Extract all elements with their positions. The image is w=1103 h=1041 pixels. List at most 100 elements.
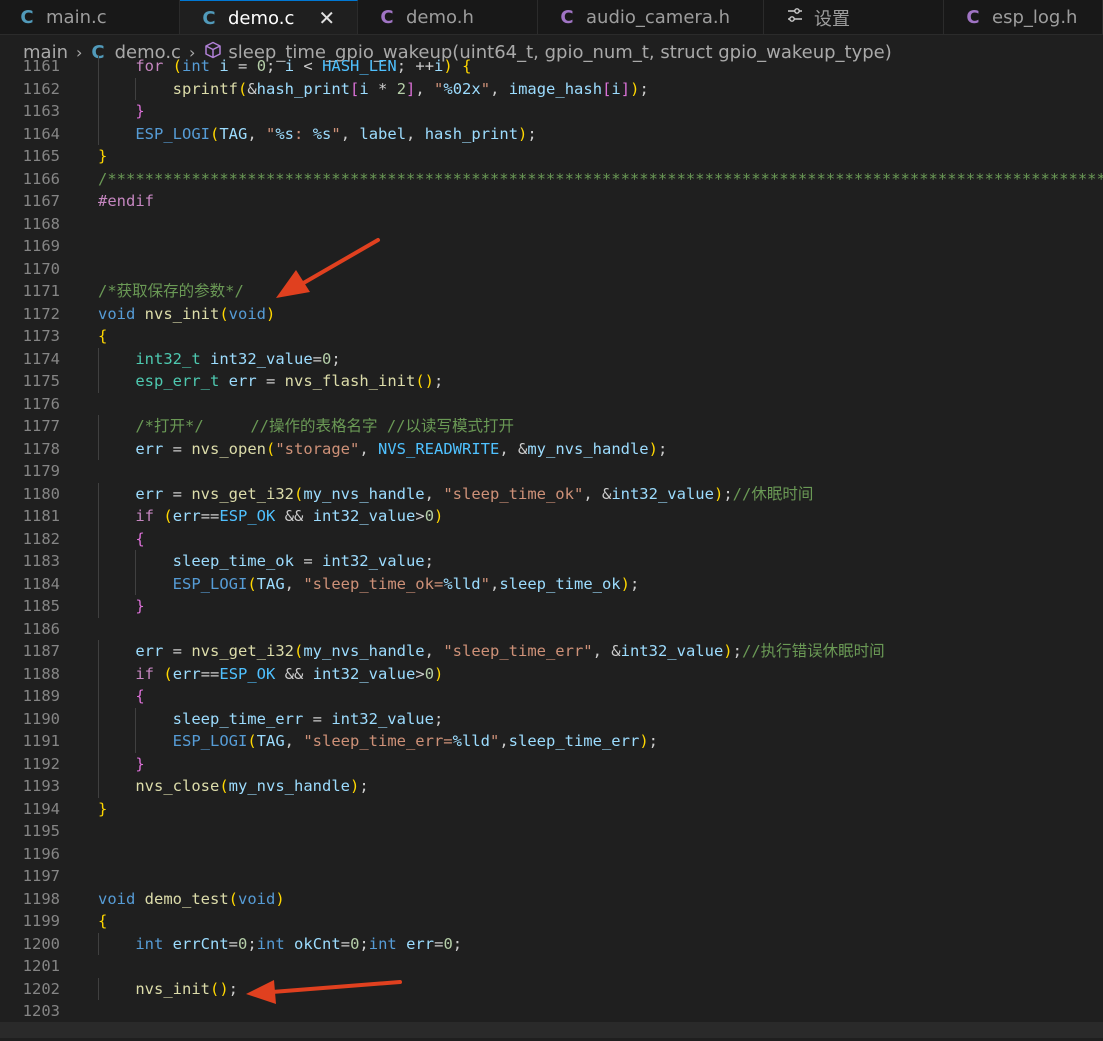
settings-icon (786, 7, 804, 28)
tab-esp-log-h[interactable]: Cesp_log.h (944, 0, 1103, 34)
code-line[interactable]: 1162 sprintf(&hash_print[i * 2], "%02x",… (0, 77, 1103, 100)
code-line[interactable]: 1179 (0, 460, 1103, 483)
line-number: 1196 (22, 844, 60, 863)
code-text: { (98, 912, 108, 930)
line-number: 1162 (22, 79, 60, 98)
code-line[interactable]: 1175 esp_err_t err = nvs_flash_init(); (0, 370, 1103, 393)
c-file-icon: C (202, 7, 216, 29)
tab-label: 设置 (814, 8, 850, 30)
code-line[interactable]: 1168 (0, 213, 1103, 236)
code-line[interactable]: 1181 if (err==ESP_OK && int32_value>0) (0, 505, 1103, 528)
tab-main-c[interactable]: Cmain.c (0, 0, 180, 34)
code-line[interactable]: 1193 nvs_close(my_nvs_handle); (0, 775, 1103, 798)
code-line[interactable]: 1197 (0, 865, 1103, 888)
line-number: 1191 (22, 732, 60, 750)
code-line[interactable]: 1171 /*获取保存的参数*/ (0, 280, 1103, 303)
code-line[interactable]: 1182 { (0, 527, 1103, 550)
line-number: 1174 (22, 349, 60, 368)
code-text: } (135, 754, 145, 773)
line-number: 1184 (22, 574, 60, 593)
line-number: 1177 (22, 417, 60, 435)
code-text: err = nvs_get_i32(my_nvs_handle, "sleep_… (135, 484, 814, 503)
code-text: /*获取保存的参数*/ (98, 282, 244, 300)
code-text: ESP_LOGI(TAG, "%s: %s", label, hash_prin… (135, 124, 537, 143)
line-number: 1175 (22, 372, 60, 390)
code-line[interactable]: 1169 (0, 235, 1103, 258)
code-line[interactable]: 1166 /***********************************… (0, 168, 1103, 191)
tab-label: main.c (46, 7, 107, 28)
code-line[interactable]: 1196 (0, 843, 1103, 866)
code-editor[interactable]: 1161 for (int i = 0; i < HASH_LEN; ++i) … (0, 55, 1103, 1020)
line-number: 1180 (22, 484, 60, 503)
line-number: 1185 (22, 597, 60, 615)
line-number: 1197 (22, 867, 60, 885)
code-line[interactable]: 1172 void nvs_init(void) (0, 303, 1103, 326)
code-line[interactable]: 1184 ESP_LOGI(TAG, "sleep_time_ok=%lld",… (0, 572, 1103, 595)
tab-label: audio_camera.h (586, 7, 730, 28)
code-line[interactable]: 1202 nvs_init(); (0, 977, 1103, 1000)
code-text: /*打开*/ //操作的表格名字 //以读写模式打开 (135, 417, 514, 435)
code-line[interactable]: 1191 ESP_LOGI(TAG, "sleep_time_err=%lld"… (0, 730, 1103, 753)
line-number: 1178 (22, 439, 60, 458)
code-line[interactable]: 1194} (0, 798, 1103, 821)
horizontal-scrollbar[interactable] (0, 1020, 1103, 1041)
code-line[interactable]: 1185 } (0, 595, 1103, 618)
code-line[interactable]: 1203 (0, 1000, 1103, 1020)
tab-demo-h[interactable]: Cdemo.h (358, 0, 538, 34)
code-text: if (err==ESP_OK && int32_value>0) (135, 664, 444, 683)
c-file-icon: C (560, 7, 574, 28)
code-line[interactable]: 1189 { (0, 685, 1103, 708)
code-line[interactable]: 1178 err = nvs_open("storage", NVS_READW… (0, 437, 1103, 460)
line-number: 1172 (22, 304, 60, 323)
code-line[interactable]: 1183 sleep_time_ok = int32_value; (0, 550, 1103, 573)
code-line[interactable]: 1195 (0, 820, 1103, 843)
line-number: 1189 (22, 687, 60, 705)
code-line[interactable]: 1180 err = nvs_get_i32(my_nvs_handle, "s… (0, 482, 1103, 505)
code-text: err = nvs_get_i32(my_nvs_handle, "sleep_… (135, 642, 885, 660)
code-text: int errCnt=0;int okCnt=0;int err=0; (135, 934, 463, 953)
c-file-icon: C (20, 7, 34, 28)
code-line[interactable]: 1199 { (0, 910, 1103, 933)
code-text: ESP_LOGI(TAG, "sleep_time_ok=%lld",sleep… (172, 574, 640, 593)
c-file-icon: C (966, 7, 980, 28)
line-number: 1173 (22, 327, 60, 345)
tab-label: demo.h (406, 7, 474, 28)
tab-audio-camera-h[interactable]: Caudio_camera.h (538, 0, 764, 34)
scrollbar-thumb[interactable] (0, 1022, 1103, 1038)
code-line[interactable]: 1201 (0, 955, 1103, 978)
line-number: 1163 (22, 102, 60, 120)
code-line[interactable]: 1200 int errCnt=0;int okCnt=0;int err=0; (0, 932, 1103, 955)
code-line[interactable]: 1167 #endif (0, 190, 1103, 213)
line-number: 1199 (22, 912, 60, 930)
code-line[interactable]: 1190 sleep_time_err = int32_value; (0, 707, 1103, 730)
tab-demo-c[interactable]: Cdemo.c ✕ (180, 0, 358, 34)
line-number: 1190 (22, 709, 60, 728)
tab-settings[interactable]: 设置 (764, 0, 944, 34)
close-icon[interactable]: ✕ (318, 6, 335, 30)
code-line[interactable]: 1170 (0, 258, 1103, 281)
code-text: sleep_time_err = int32_value; (172, 709, 444, 728)
code-line[interactable]: 1177 /*打开*/ //操作的表格名字 //以读写模式打开 (0, 415, 1103, 438)
line-number: 1167 (22, 192, 60, 210)
line-number: 1200 (22, 934, 60, 953)
code-line[interactable]: 1188 if (err==ESP_OK && int32_value>0) (0, 662, 1103, 685)
code-line[interactable]: 1165} (0, 145, 1103, 168)
line-number: 1193 (22, 777, 60, 795)
c-file-icon: C (380, 7, 394, 28)
code-text: nvs_init(); (135, 979, 239, 998)
code-line[interactable]: 1176 (0, 393, 1103, 416)
line-number: 1182 (22, 529, 60, 548)
line-number: 1166 (22, 169, 60, 188)
code-line[interactable]: 1187 err = nvs_get_i32(my_nvs_handle, "s… (0, 640, 1103, 663)
code-text: nvs_close(my_nvs_handle); (135, 777, 369, 795)
code-line[interactable]: 1173 { (0, 325, 1103, 348)
code-line[interactable]: 1198 void demo_test(void) (0, 888, 1103, 911)
code-line[interactable]: 1161 for (int i = 0; i < HASH_LEN; ++i) … (0, 55, 1103, 78)
line-number: 1198 (22, 889, 60, 908)
code-line[interactable]: 1174 int32_t int32_value=0; (0, 347, 1103, 370)
code-line[interactable]: 1163 } (0, 100, 1103, 123)
code-text: { (98, 327, 108, 345)
code-line[interactable]: 1192 } (0, 752, 1103, 775)
code-line[interactable]: 1164 ESP_LOGI(TAG, "%s: %s", label, hash… (0, 122, 1103, 145)
code-line[interactable]: 1186 (0, 618, 1103, 641)
